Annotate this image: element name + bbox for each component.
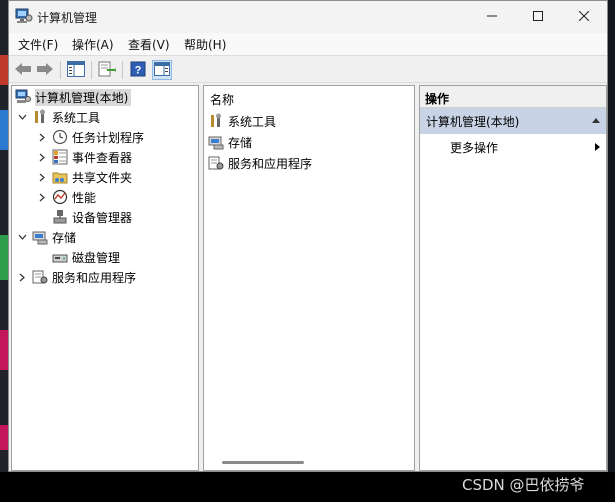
list-item-label: 系统工具: [228, 114, 277, 129]
svg-text:?: ?: [135, 64, 142, 76]
window-title: 计算机管理: [37, 11, 98, 25]
system-tools-icon: [208, 113, 224, 129]
actions-section-header[interactable]: 计算机管理(本地): [420, 108, 606, 134]
chevron-down-icon[interactable]: [16, 234, 28, 240]
actions-pane: 操作 计算机管理(本地) 更多操作: [419, 85, 607, 471]
list-item[interactable]: 存储: [208, 132, 252, 152]
tree-item-label: 存储: [52, 230, 77, 245]
desktop-right-strip: [608, 0, 615, 502]
tree-item-device-manager[interactable]: 设备管理器: [48, 207, 132, 227]
desktop-app-tile: [0, 425, 8, 450]
tree-item-services-apps[interactable]: 服务和应用程序: [16, 267, 136, 287]
maximize-icon: [533, 10, 543, 24]
tree-item-label: 性能: [72, 190, 97, 205]
chevron-right-icon[interactable]: [36, 153, 48, 162]
close-icon: [578, 10, 590, 24]
tree-item-label: 任务计划程序: [72, 130, 145, 145]
tree-item-storage[interactable]: 存储: [16, 227, 76, 247]
tree-item-label: 服务和应用程序: [52, 270, 137, 285]
help-button[interactable]: ?: [128, 60, 148, 80]
console-tree-pane: 计算机管理(本地) 系统工具 任务计划程序 事件查看器 共享文件夹 性能 设备管…: [11, 85, 199, 471]
tree-item-system-tools[interactable]: 系统工具: [16, 107, 100, 127]
submenu-arrow-icon: [595, 143, 600, 151]
menu-view[interactable]: 查看(V): [128, 36, 170, 53]
maximize-button[interactable]: [515, 1, 561, 33]
tree-item-performance[interactable]: 性能: [36, 187, 96, 207]
show-hide-action-pane-icon: [154, 61, 170, 79]
watermark: CSDN @巴依捞爷: [462, 476, 585, 494]
more-actions-label: 更多操作: [450, 140, 499, 155]
performance-icon: [52, 189, 68, 205]
minimize-button[interactable]: [469, 1, 515, 33]
chevron-down-icon[interactable]: [16, 114, 28, 120]
tree-item-root[interactable]: 计算机管理(本地): [12, 87, 132, 107]
export-list-icon: [98, 61, 116, 80]
services-icon: [208, 155, 224, 171]
computer-management-window: 计算机管理 文件(F) 操作(A) 查看(V) 帮助(H) ? 计算机管理(本地…: [8, 0, 608, 472]
event-viewer-icon: [52, 149, 68, 165]
content-list-pane: 名称 系统工具 存储 服务和应用程序: [203, 85, 415, 471]
tree-item-task-scheduler[interactable]: 任务计划程序: [36, 127, 144, 147]
tree-item-label: 系统工具: [52, 110, 101, 125]
show-hide-action-pane-button[interactable]: [152, 60, 172, 80]
menu-bar: 文件(F) 操作(A) 查看(V) 帮助(H): [9, 33, 607, 55]
tree-item-disk-management[interactable]: 磁盘管理: [48, 247, 120, 267]
tree-item-label: 共享文件夹: [72, 170, 133, 185]
help-icon: ?: [130, 61, 146, 80]
storage-icon: [208, 134, 224, 150]
desktop-app-tile: [0, 330, 8, 370]
more-actions-item[interactable]: 更多操作: [450, 138, 606, 156]
toolbar: ?: [9, 55, 607, 83]
tree-item-shared-folders[interactable]: 共享文件夹: [36, 167, 132, 187]
toolbar-separator: [91, 61, 92, 79]
chevron-right-icon[interactable]: [36, 193, 48, 202]
show-hide-tree-button[interactable]: [66, 60, 86, 80]
clock-icon: [52, 129, 68, 145]
list-item[interactable]: 系统工具: [208, 111, 276, 131]
close-button[interactable]: [561, 1, 607, 33]
chevron-right-icon[interactable]: [36, 133, 48, 142]
tree-item-label: 计算机管理(本地): [35, 88, 132, 106]
collapse-arrow-icon[interactable]: [592, 118, 600, 123]
export-list-button[interactable]: [97, 60, 117, 80]
menu-action[interactable]: 操作(A): [72, 36, 114, 53]
desktop-app-tile: [0, 235, 8, 280]
tree-item-label: 事件查看器: [72, 150, 133, 165]
desktop-app-tile: [0, 110, 8, 150]
column-header-name[interactable]: 名称: [210, 91, 234, 108]
actions-header: 操作: [420, 86, 606, 108]
shared-folder-icon: [52, 169, 68, 185]
chevron-right-icon[interactable]: [16, 273, 28, 282]
horizontal-scrollbar[interactable]: [222, 461, 304, 464]
back-arrow-icon: [14, 62, 32, 79]
chevron-right-icon[interactable]: [36, 173, 48, 182]
tree-item-label: 磁盘管理: [72, 250, 121, 265]
toolbar-separator: [122, 61, 123, 79]
forward-button[interactable]: [35, 60, 55, 80]
computer-management-icon: [15, 89, 31, 105]
storage-icon: [32, 229, 48, 245]
show-hide-tree-icon: [67, 60, 85, 80]
list-item-label: 存储: [228, 135, 253, 150]
list-item-label: 服务和应用程序: [228, 156, 313, 171]
computer-management-icon: [15, 8, 33, 24]
system-tools-icon: [32, 109, 48, 125]
title-bar: 计算机管理: [9, 1, 607, 33]
desktop-app-tile: [0, 55, 8, 85]
back-button[interactable]: [13, 60, 33, 80]
tree-item-label: 设备管理器: [72, 210, 133, 225]
disk-icon: [52, 249, 68, 265]
menu-help[interactable]: 帮助(H): [184, 36, 226, 53]
forward-arrow-icon: [36, 62, 54, 79]
services-icon: [32, 269, 48, 285]
list-item[interactable]: 服务和应用程序: [208, 153, 312, 173]
menu-file[interactable]: 文件(F): [18, 36, 58, 53]
device-manager-icon: [52, 209, 68, 225]
toolbar-separator: [60, 61, 61, 79]
actions-section-label: 计算机管理(本地): [426, 114, 520, 129]
minimize-icon: [487, 10, 497, 24]
tree-item-event-viewer[interactable]: 事件查看器: [36, 147, 132, 167]
